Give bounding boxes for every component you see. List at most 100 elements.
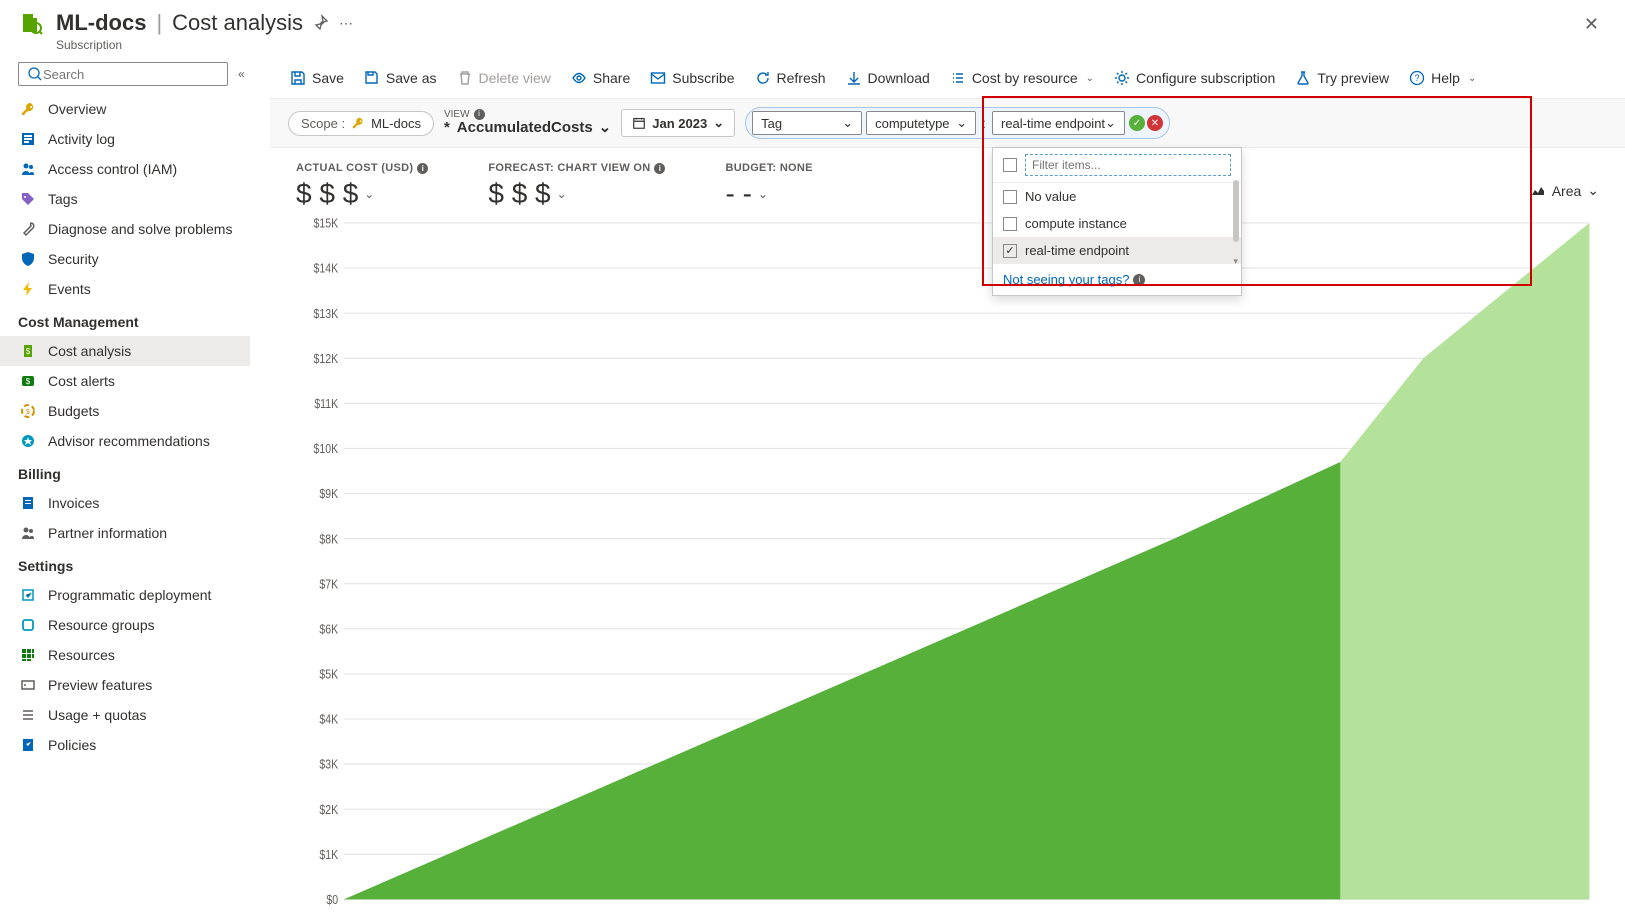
sidebar-item-label: Budgets bbox=[48, 403, 99, 419]
checkbox[interactable] bbox=[1003, 244, 1017, 258]
sidebar-item-preview-features[interactable]: Preview features bbox=[0, 670, 250, 700]
more-actions-icon[interactable]: ⋯ bbox=[339, 15, 353, 32]
kpi-actual-cost: ACTUAL COST (USD) i $ $ $⌄ bbox=[296, 162, 428, 210]
svg-text:$: $ bbox=[26, 409, 30, 416]
sidebar-item-programmatic-deployment[interactable]: Programmatic deployment bbox=[0, 580, 250, 610]
filter-option-no-value[interactable]: No value bbox=[993, 183, 1241, 210]
sidebar-item-advisor-recommendations[interactable]: Advisor recommendations bbox=[0, 426, 250, 456]
svg-text:$12K: $12K bbox=[314, 352, 339, 366]
title-separator: | bbox=[156, 10, 162, 36]
sidebar-item-policies[interactable]: Policies bbox=[0, 730, 250, 760]
sidebar-item-activity-log[interactable]: Activity log bbox=[0, 124, 250, 154]
scope-label: Scope : bbox=[301, 116, 345, 131]
resource-name: ML-docs bbox=[56, 10, 146, 36]
remove-filter-icon[interactable]: ✕ bbox=[1147, 115, 1163, 131]
save-button[interactable]: Save bbox=[288, 66, 346, 90]
sidebar-section-cost: Cost Management bbox=[0, 304, 250, 336]
sidebar-item-partner-information[interactable]: Partner information bbox=[0, 518, 250, 548]
kpi-actual-value: $ $ $ bbox=[296, 178, 358, 210]
scope-value: ML-docs bbox=[371, 116, 421, 131]
grid-icon bbox=[20, 647, 36, 663]
dropdown-scroll-down-icon[interactable]: ▾ bbox=[1233, 256, 1238, 267]
filter-option-label: No value bbox=[1025, 189, 1076, 204]
save-as-button[interactable]: Save as bbox=[362, 66, 439, 90]
close-icon[interactable]: ✕ bbox=[1576, 10, 1607, 39]
sidebar-item-cost-alerts[interactable]: $ Cost alerts bbox=[0, 366, 250, 396]
try-preview-button[interactable]: Try preview bbox=[1293, 66, 1391, 90]
refresh-button[interactable]: Refresh bbox=[753, 66, 828, 90]
flask-icon bbox=[1295, 70, 1311, 86]
cost-by-resource-label: Cost by resource bbox=[972, 70, 1078, 86]
sidebar-item-resource-groups[interactable]: Resource groups bbox=[0, 610, 250, 640]
filter-option-compute-instance[interactable]: compute instance bbox=[993, 210, 1241, 237]
chart-type-selector[interactable]: Area ⌄ bbox=[1530, 182, 1599, 199]
checkbox[interactable] bbox=[1003, 217, 1017, 231]
share-button[interactable]: Share bbox=[569, 66, 632, 90]
sidebar-search-input[interactable] bbox=[43, 67, 219, 82]
dropdown-scrollbar[interactable] bbox=[1233, 180, 1239, 242]
cost-by-resource-button[interactable]: Cost by resource ⌄ bbox=[948, 66, 1096, 90]
tags-help-link[interactable]: Not seeing your tags? i bbox=[993, 264, 1241, 295]
sidebar: « Overview Activity log Access control (… bbox=[0, 58, 250, 921]
sidebar-item-events[interactable]: Events bbox=[0, 274, 250, 304]
filter-value: real-time endpoint bbox=[1001, 116, 1105, 131]
svg-text:$13K: $13K bbox=[314, 307, 339, 321]
info-icon: i bbox=[1133, 274, 1145, 286]
apply-filter-icon[interactable]: ✓ bbox=[1129, 115, 1145, 131]
svg-text:$11K: $11K bbox=[314, 397, 338, 411]
sidebar-item-resources[interactable]: Resources bbox=[0, 640, 250, 670]
sidebar-item-usage-quotas[interactable]: Usage + quotas bbox=[0, 700, 250, 730]
mail-icon bbox=[650, 70, 666, 86]
sidebar-search[interactable] bbox=[18, 62, 228, 86]
delete-view-button: Delete view bbox=[455, 66, 553, 90]
delete-view-label: Delete view bbox=[479, 70, 551, 86]
sidebar-item-label: Preview features bbox=[48, 677, 152, 693]
sidebar-section-settings: Settings bbox=[0, 548, 250, 580]
pin-icon[interactable] bbox=[313, 14, 329, 33]
sidebar-item-label: Partner information bbox=[48, 525, 167, 541]
svg-text:$2K: $2K bbox=[319, 803, 338, 817]
sidebar-item-invoices[interactable]: Invoices bbox=[0, 488, 250, 518]
checkbox[interactable] bbox=[1003, 190, 1017, 204]
chevron-down-icon: ⌄ bbox=[1086, 73, 1094, 84]
sidebar-item-diagnose-and-solve-problems[interactable]: Diagnose and solve problems bbox=[0, 214, 250, 244]
deploy-icon bbox=[20, 587, 36, 603]
filter-dimension-1[interactable]: Tag ⌄ bbox=[752, 111, 862, 135]
try-preview-label: Try preview bbox=[1317, 70, 1389, 86]
sidebar-item-label: Access control (IAM) bbox=[48, 161, 177, 177]
filter-search-input[interactable] bbox=[1025, 154, 1231, 176]
sidebar-item-security[interactable]: Security bbox=[0, 244, 250, 274]
save-label: Save bbox=[312, 70, 344, 86]
kpi-row: ACTUAL COST (USD) i $ $ $⌄ FORECAST: CHA… bbox=[270, 148, 1625, 216]
configure-subscription-button[interactable]: Configure subscription bbox=[1112, 66, 1277, 90]
select-all-checkbox[interactable] bbox=[1003, 158, 1017, 172]
chevron-down-icon[interactable]: ⌄ bbox=[758, 187, 768, 201]
kpi-actual-label: ACTUAL COST (USD) bbox=[296, 162, 413, 174]
filter-dim1-value: Tag bbox=[761, 116, 782, 131]
sidebar-item-overview[interactable]: Overview bbox=[0, 94, 250, 124]
filter-option-real-time-endpoint[interactable]: real-time endpoint bbox=[993, 237, 1241, 264]
filter-value-dropdown[interactable]: real-time endpoint ⌄ bbox=[992, 111, 1125, 135]
bolt-icon bbox=[20, 281, 36, 297]
collapse-sidebar-icon[interactable]: « bbox=[234, 63, 249, 85]
chevron-down-icon[interactable]: ⌄ bbox=[364, 187, 374, 201]
kpi-forecast-label: FORECAST: CHART VIEW ON bbox=[488, 162, 650, 174]
subscribe-label: Subscribe bbox=[672, 70, 734, 86]
subscribe-button[interactable]: Subscribe bbox=[648, 66, 736, 90]
view-selector[interactable]: VIEW i *AccumulatedCosts⌄ bbox=[444, 109, 611, 137]
sidebar-item-access-control-iam-[interactable]: Access control (IAM) bbox=[0, 154, 250, 184]
help-button[interactable]: ? Help ⌄ bbox=[1407, 66, 1478, 90]
save-as-label: Save as bbox=[386, 70, 437, 86]
sidebar-item-budgets[interactable]: $ Budgets bbox=[0, 396, 250, 426]
kpi-forecast-value: $ $ $ bbox=[488, 178, 550, 210]
sidebar-item-label: Cost alerts bbox=[48, 373, 115, 389]
invoice-icon bbox=[20, 495, 36, 511]
scope-selector[interactable]: Scope : ML-docs bbox=[288, 111, 434, 136]
sidebar-item-tags[interactable]: Tags bbox=[0, 184, 250, 214]
date-range-selector[interactable]: Jan 2023 ⌄ bbox=[621, 109, 735, 137]
filter-value-popup: No value compute instance real-time endp… bbox=[992, 147, 1242, 296]
chevron-down-icon[interactable]: ⌄ bbox=[557, 187, 567, 201]
filter-dimension-2[interactable]: computetype ⌄ bbox=[866, 111, 976, 135]
download-button[interactable]: Download bbox=[844, 66, 932, 90]
sidebar-item-cost-analysis[interactable]: $ Cost analysis bbox=[0, 336, 250, 366]
